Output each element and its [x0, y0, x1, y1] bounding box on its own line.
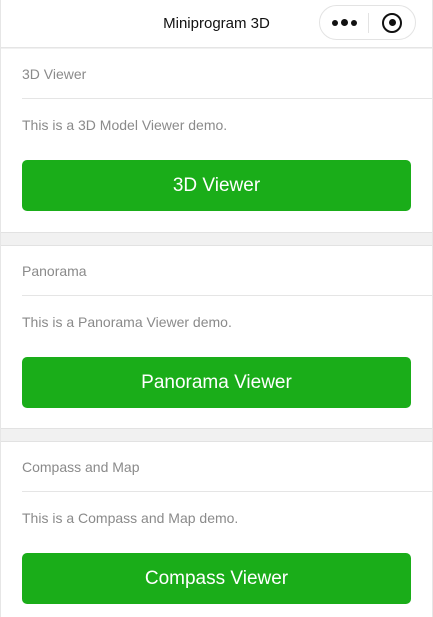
section-panorama: Panorama This is a Panorama Viewer demo.…	[1, 245, 432, 429]
section-title: Panorama	[22, 262, 87, 279]
target-circle-icon	[382, 12, 402, 33]
more-dot	[340, 19, 348, 26]
section-description: This is a Panorama Viewer demo.	[22, 314, 232, 330]
app-root: Miniprogram 3D 3D Viewer This is a 3D Mo…	[0, 0, 433, 617]
section-description: This is a 3D Model Viewer demo.	[22, 117, 228, 133]
close-miniprogram-button[interactable]	[369, 6, 415, 39]
section-description: This is a Compass and Map demo.	[22, 510, 239, 526]
compass-viewer-button[interactable]: Compass Viewer	[22, 553, 411, 604]
more-dot	[350, 19, 357, 26]
navigation-bar: Miniprogram 3D	[1, 0, 432, 48]
capsule-menu	[319, 5, 416, 40]
section-compass-and-map: Compass and Map This is a Compass and Ma…	[1, 441, 432, 617]
more-dots-icon[interactable]	[320, 6, 368, 39]
panorama-viewer-button[interactable]: Panorama Viewer	[22, 357, 411, 408]
section-title: 3D Viewer	[22, 65, 87, 82]
section-title: Compass and Map	[22, 458, 140, 475]
section-3d-viewer: 3D Viewer This is a 3D Model Viewer demo…	[1, 49, 432, 233]
target-circle-center	[388, 19, 396, 26]
3d-viewer-button[interactable]: 3D Viewer	[22, 160, 411, 211]
more-dot	[331, 19, 338, 26]
